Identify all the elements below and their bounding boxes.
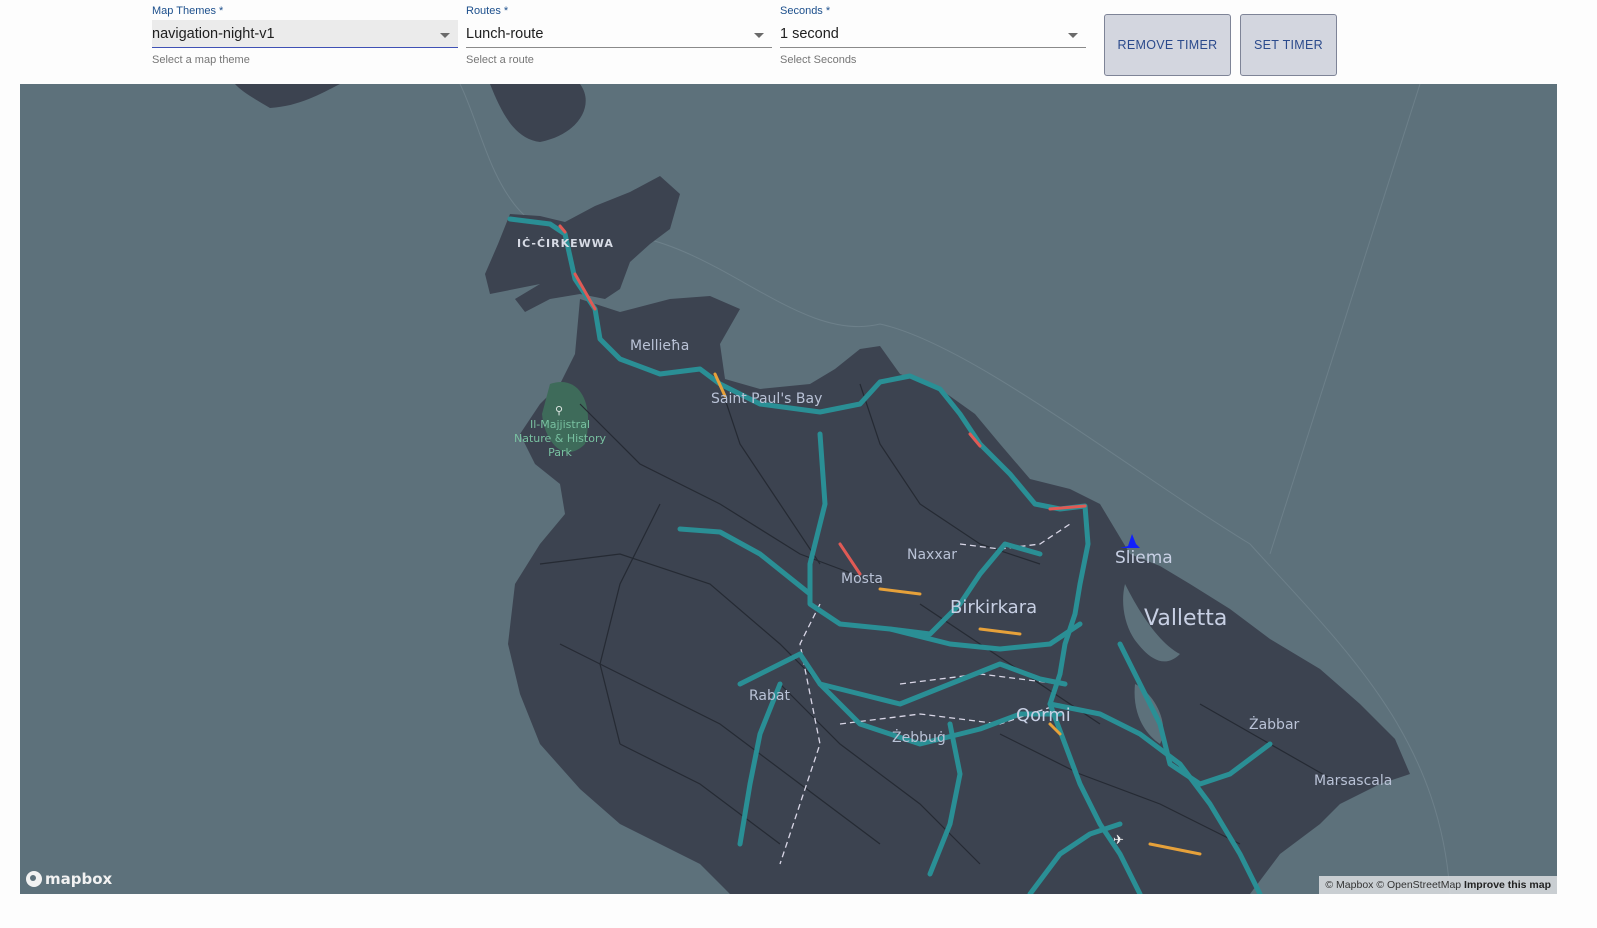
mapbox-logo[interactable]: mapbox xyxy=(26,870,112,888)
route-input[interactable]: Lunch-route xyxy=(466,20,772,48)
route-value: Lunch-route xyxy=(466,26,544,42)
location-marker-icon[interactable] xyxy=(1118,532,1142,552)
route-helper: Select a route xyxy=(466,54,534,66)
mapbox-icon xyxy=(26,871,42,887)
seconds-input[interactable]: 1 second xyxy=(780,20,1086,48)
set-timer-button[interactable]: SET TIMER xyxy=(1240,14,1337,76)
improve-map-link[interactable]: Improve this map xyxy=(1464,879,1551,891)
map-theme-label: Map Themes * xyxy=(152,5,224,17)
seconds-value: 1 second xyxy=(780,26,839,42)
map-theme-value: navigation-night-v1 xyxy=(152,26,275,42)
chevron-down-icon[interactable] xyxy=(440,33,450,38)
place-label-mosta: Mosta xyxy=(841,571,884,587)
place-label-zebbug: Żebbuġ xyxy=(892,730,946,746)
map-theme-input[interactable]: navigation-night-v1 xyxy=(152,20,458,48)
seconds-label: Seconds * xyxy=(780,5,831,17)
sea-boundary xyxy=(1269,84,1421,555)
place-label-zabbar: Żabbar xyxy=(1249,717,1300,733)
place-label-majjistral-park: Il-Majjistral Nature & History Park xyxy=(513,418,606,459)
place-label-marsascala: Marsascala xyxy=(1314,773,1393,789)
route-label: Routes * xyxy=(466,5,509,17)
map-attribution: © Mapbox © OpenStreetMap Improve this ma… xyxy=(1319,876,1557,894)
airplane-icon: ✈ xyxy=(1113,833,1124,848)
islet xyxy=(490,84,586,142)
island-land xyxy=(485,176,1410,894)
chevron-down-icon[interactable] xyxy=(1068,33,1078,38)
remove-timer-button[interactable]: REMOVE TIMER xyxy=(1104,14,1231,76)
chevron-down-icon[interactable] xyxy=(754,33,764,38)
place-label-rabat: Rabat xyxy=(749,688,790,704)
mapbox-logo-text: mapbox xyxy=(45,870,113,888)
place-label-qormi: Qormi xyxy=(1016,705,1071,726)
attribution-osm-link[interactable]: © OpenStreetMap xyxy=(1376,879,1461,891)
tree-icon: ⚲ xyxy=(555,404,564,417)
attribution-mapbox-link[interactable]: © Mapbox xyxy=(1325,879,1373,891)
seconds-helper: Select Seconds xyxy=(780,54,857,66)
place-label-cirkewwa: IĊ-ĊIRKEWWA xyxy=(517,237,614,250)
place-label-birkirkara: Birkirkara xyxy=(950,597,1038,618)
map-canvas[interactable]: IĊ-ĊIRKEWWA Mellieħa Saint Paul's Bay Il… xyxy=(20,84,1557,894)
place-label-mellieha: Mellieħa xyxy=(630,338,690,354)
islet xyxy=(235,84,340,108)
place-label-valletta: Valletta xyxy=(1144,606,1228,631)
place-label-naxxar: Naxxar xyxy=(907,547,957,563)
place-label-saint-pauls-bay: Saint Paul's Bay xyxy=(711,391,823,407)
map-theme-helper: Select a map theme xyxy=(152,54,250,66)
